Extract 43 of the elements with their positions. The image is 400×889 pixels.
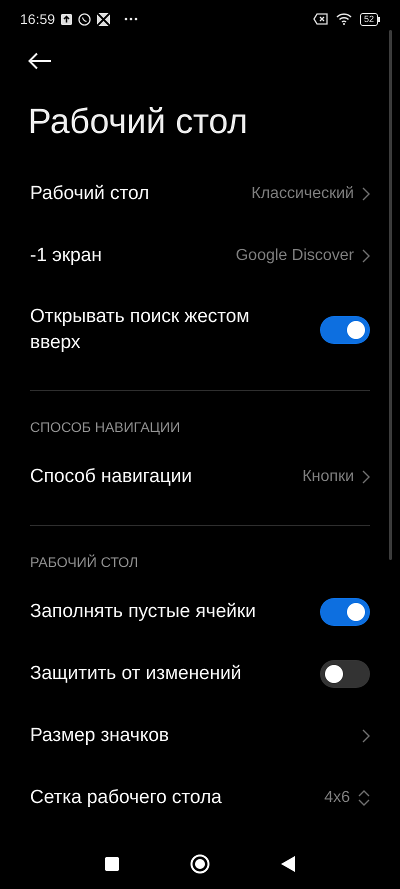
chevron-right-icon	[362, 729, 370, 743]
page-title: Рабочий стол	[27, 101, 249, 143]
home-button-icon[interactable]	[190, 854, 210, 874]
setting-label: Способ навигации	[30, 465, 192, 489]
back-button-icon[interactable]	[280, 856, 295, 872]
no-sim-icon	[312, 13, 328, 25]
more-icon	[124, 17, 138, 21]
setting-row[interactable]: Рабочий стол Классический	[30, 163, 370, 225]
setting-row[interactable]: Заполнять пустые ячейки	[30, 581, 370, 643]
toggle-switch[interactable]	[320, 598, 370, 626]
setting-label: Заполнять пустые ячейки	[30, 600, 256, 624]
toggle-switch[interactable]	[320, 660, 370, 688]
setting-label: Открывать поиск жестом вверх	[30, 305, 250, 355]
back-arrow-icon[interactable]	[28, 52, 52, 70]
setting-value: Классический	[251, 184, 354, 204]
setting-row[interactable]: Способ навигации Кнопки	[30, 446, 370, 508]
setting-value: Google Discover	[236, 246, 354, 266]
chat-bubble-icon	[78, 12, 92, 26]
setting-label: Сетка рабочего стола	[30, 786, 222, 810]
setting-value: 4x6	[324, 788, 350, 808]
chevron-right-icon	[362, 187, 370, 201]
setting-row[interactable]: Размер значков	[30, 705, 370, 767]
chevron-right-icon	[362, 249, 370, 263]
section-header: СПОСОБ НАВИГАЦИИ	[30, 418, 182, 437]
setting-row[interactable]: Сетка рабочего стола 4x6	[30, 767, 370, 829]
up-down-icon	[358, 790, 370, 806]
setting-label: Рабочий стол	[30, 182, 150, 206]
setting-row[interactable]: Защитить от изменений	[30, 643, 370, 705]
battery-icon: 52	[360, 12, 380, 26]
toggle-switch[interactable]	[320, 316, 370, 344]
status-time: 16:59	[20, 10, 56, 28]
setting-label: Защитить от изменений	[30, 662, 242, 686]
setting-row[interactable]: -1 экран Google Discover	[30, 225, 370, 287]
setting-value: Кнопки	[302, 467, 354, 487]
setting-row[interactable]: Открывать поиск жестом вверх	[30, 287, 370, 373]
chevron-right-icon	[362, 470, 370, 484]
section-header: РАБОЧИЙ СТОЛ	[30, 553, 140, 572]
wifi-icon	[336, 13, 352, 25]
app-icon	[97, 12, 110, 26]
setting-label: Размер значков	[30, 724, 170, 748]
recents-button-icon[interactable]	[105, 857, 120, 871]
setting-label: -1 экран	[30, 244, 102, 268]
upload-icon	[61, 14, 72, 24]
